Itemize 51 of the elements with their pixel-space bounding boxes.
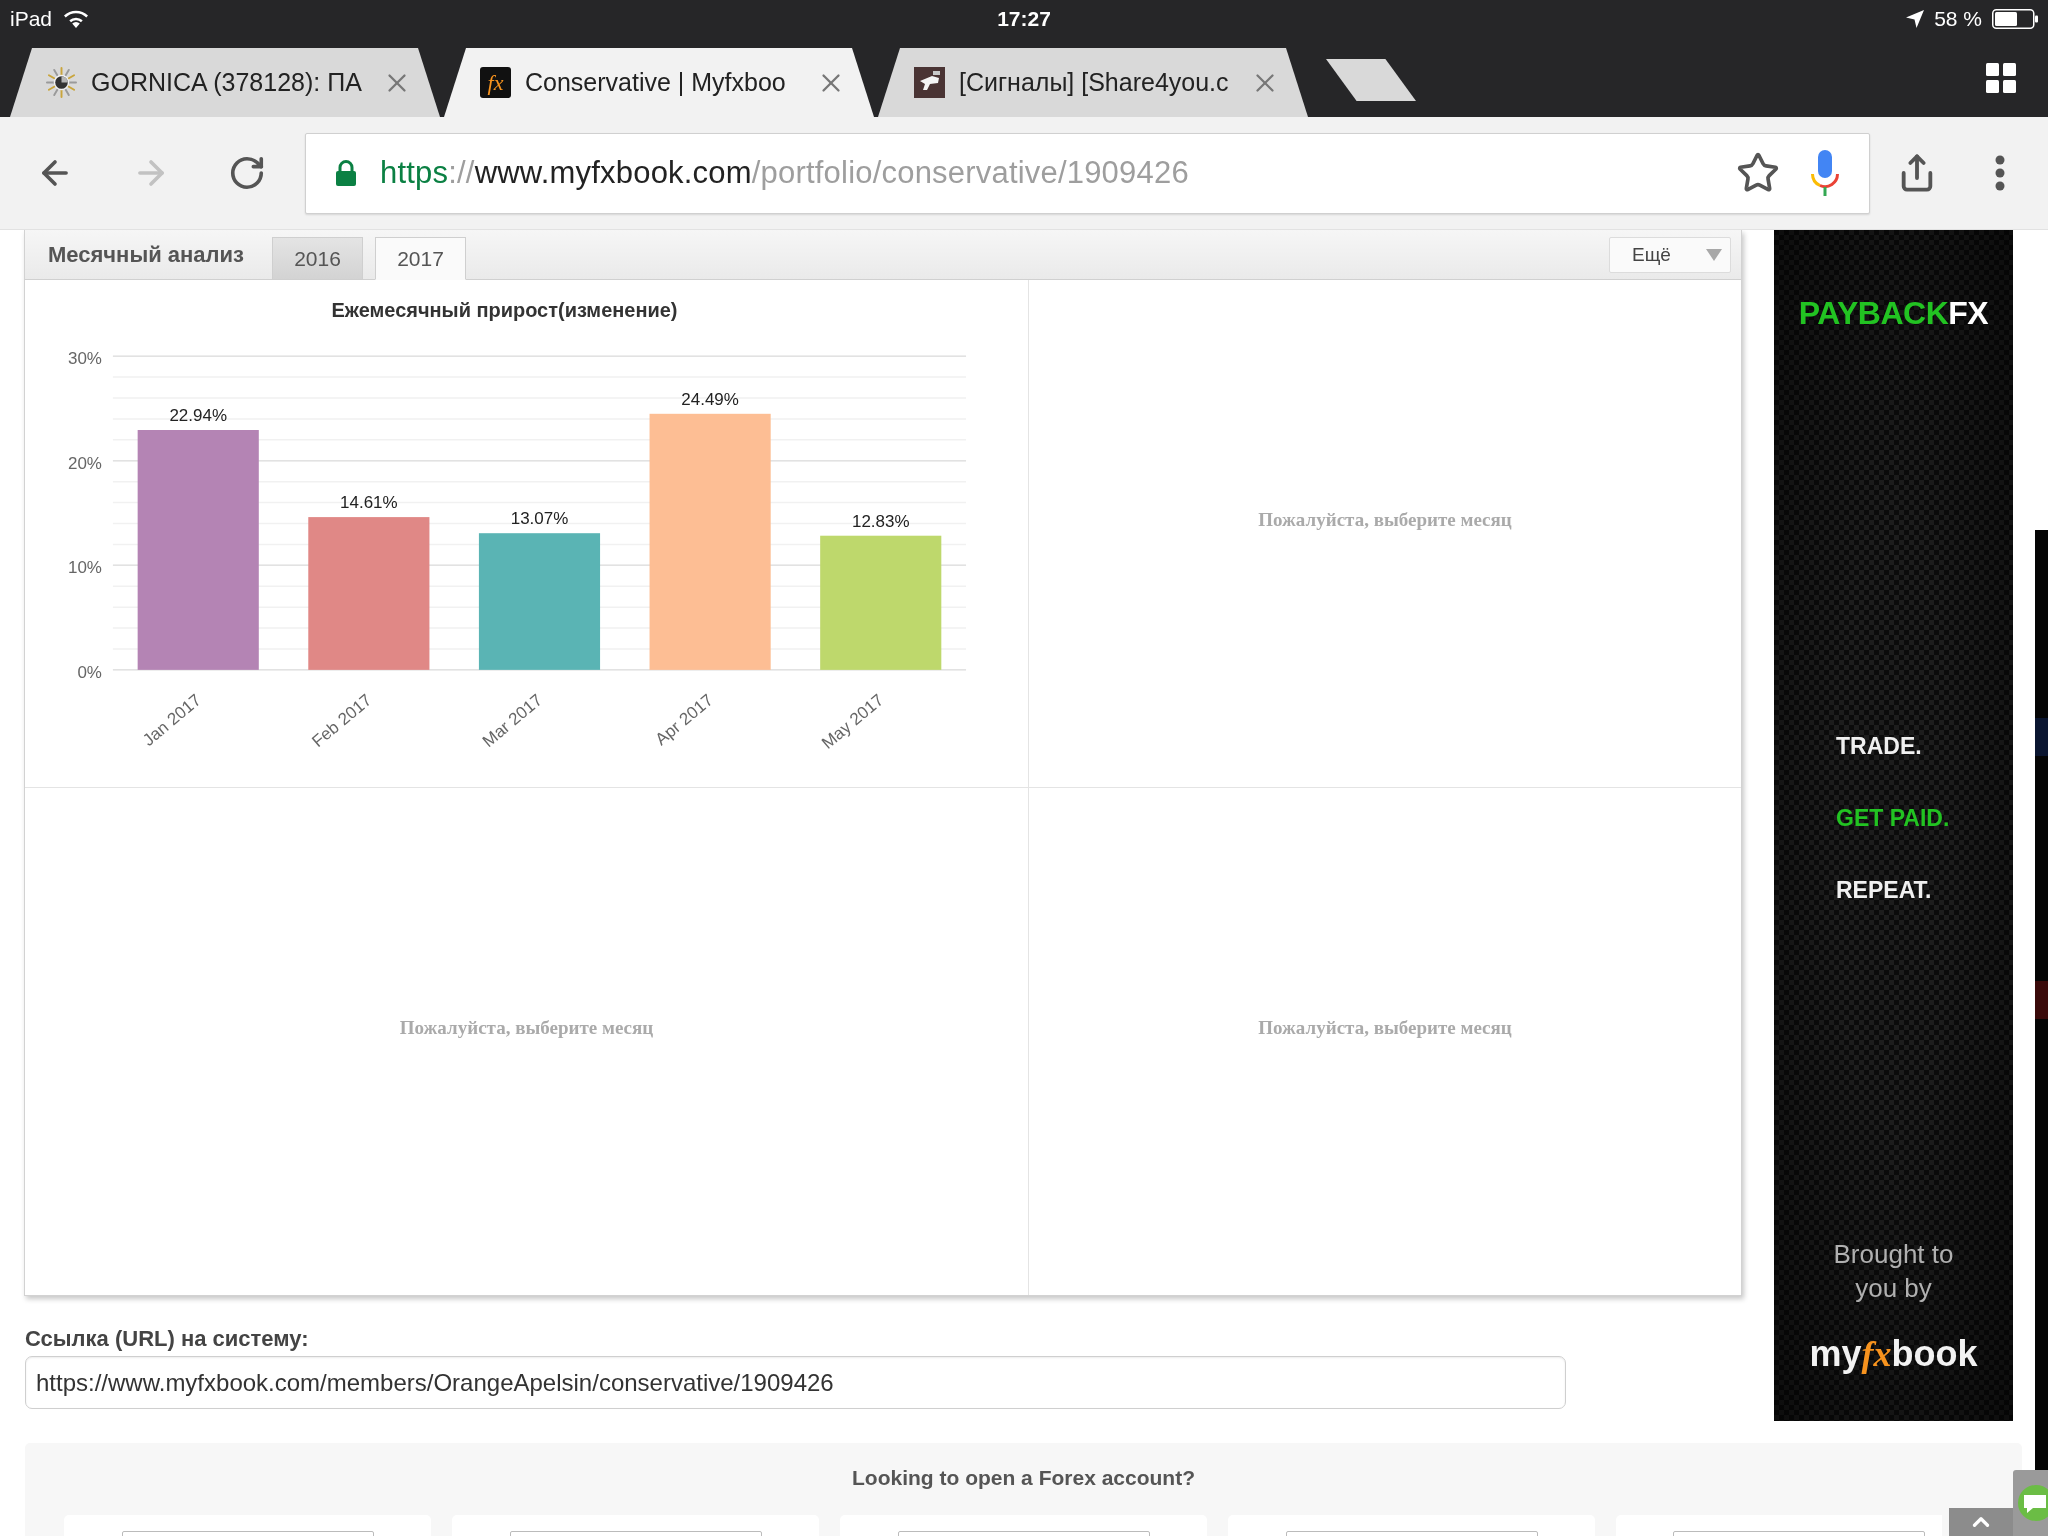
url-text: https://www.myfxbook.com/portfolio/conservative/1909426	[380, 155, 1189, 191]
year-tab[interactable]: 2016	[272, 237, 364, 280]
battery-icon	[1992, 9, 2038, 29]
tab-switcher-button[interactable]	[1986, 62, 2016, 93]
microphone-icon	[1811, 150, 1839, 196]
panel-title: Месячный анализ	[48, 241, 245, 268]
picture-icon	[914, 67, 945, 98]
bar-value-label: 12.83%	[851, 511, 910, 531]
section-title: Looking to open a Forex account?	[852, 1466, 1195, 1490]
empty-state-message: Пожалуйста, выберите месяц	[1258, 1016, 1512, 1039]
ad-slogan: TRADE.	[1836, 733, 1922, 760]
url-input[interactable]: https://www.myfxbook.com/members/OrangeApelsin/conservative/1909426	[25, 1356, 1566, 1409]
site-logo: fx	[480, 67, 511, 98]
chart-title: Ежемесячный прирост(изменение)	[331, 298, 678, 321]
axis-tick-label: 20%	[67, 453, 102, 473]
location-arrow-icon	[1906, 10, 1925, 28]
ad-slogan: GET PAID.	[1836, 805, 1950, 832]
scroll-top-button[interactable]	[1949, 1508, 2013, 1536]
device-name: iPad	[10, 7, 53, 31]
ad-credit: Brought to you by	[1832, 1238, 1955, 1305]
more-dropdown[interactable]: Ещё	[1609, 236, 1731, 273]
wifi-icon	[64, 10, 89, 28]
axis-tick-label: 10%	[67, 557, 102, 577]
clock: 17:27	[997, 7, 1051, 31]
empty-state-message: Пожалуйста, выберите месяц	[1258, 508, 1512, 531]
ad-sponsor-logo: myfxbook	[1809, 1333, 1978, 1375]
axis-tick-label: 0%	[77, 662, 102, 682]
axis-tick-label: 30%	[67, 348, 102, 368]
year-tab[interactable]: 2017	[375, 237, 467, 280]
sun-icon	[46, 67, 77, 98]
ad-slogan: REPEAT.	[1836, 877, 1932, 904]
more-menu-icon	[1995, 155, 2005, 191]
chat-button[interactable]	[2013, 1470, 2048, 1536]
caret-down-icon	[1706, 248, 1722, 261]
tab-switcher-icon	[1986, 62, 2016, 93]
bar-value-label: 22.94%	[169, 405, 227, 425]
reload-icon	[228, 154, 266, 192]
browser-tab[interactable]: fx Conservative | Myfxboo	[444, 48, 874, 117]
chat-bubble-icon	[2017, 1485, 2048, 1521]
lock-icon	[336, 160, 356, 186]
browser-tab[interactable]: [Сигналы] [Share4you.c	[878, 48, 1308, 117]
bar-value-label: 24.49%	[681, 389, 739, 409]
empty-state-message: Пожалуйста, выберите месяц	[399, 1016, 654, 1039]
browser-tab[interactable]: GORNICA (378128): ПА	[10, 48, 440, 117]
ad-banner[interactable]: PAYBACKFX TRADE. GET PAID. REPEAT. Brought to you by myfxbook	[1774, 230, 2013, 1421]
url-label: Ссылка (URL) на систему:	[25, 1326, 309, 1352]
address-field[interactable]: https://www.myfxbook.com/portfolio/conservative/1909426	[305, 132, 1870, 214]
ad-brand-logo: PAYBACKFX	[1798, 294, 1989, 332]
battery-percent: 58 %	[1934, 7, 1982, 31]
bar-value-label: 14.61%	[340, 492, 398, 512]
bar-value-label: 13.07%	[510, 508, 569, 528]
